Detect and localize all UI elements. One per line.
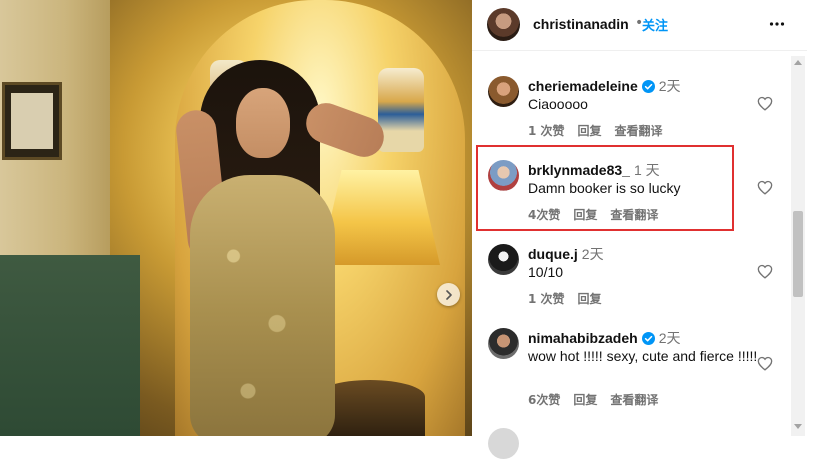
reply-button[interactable]: 回复 (573, 393, 597, 407)
photo-jar-right (378, 68, 424, 152)
likes-count[interactable]: 1 次赞 (528, 292, 565, 306)
photo-wainscot (0, 255, 140, 436)
comment-time[interactable]: 2天 (659, 78, 681, 94)
comment-username[interactable]: brklynmade83_ (528, 162, 630, 178)
follow-button[interactable]: 关注 (642, 15, 668, 34)
reply-button[interactable]: 回复 (578, 124, 602, 138)
post-author-username[interactable]: christinanadin (533, 16, 629, 32)
comment-actions: 4次赞 回复 查看翻译 (528, 206, 671, 223)
more-horizontal-icon[interactable] (769, 16, 785, 36)
comment-header: duque.j 2天 (528, 244, 604, 264)
post-header: christinanadin • 关注 (472, 0, 807, 51)
avatar[interactable] (488, 160, 519, 191)
avatar[interactable] (488, 328, 519, 359)
avatar[interactable] (488, 76, 519, 107)
scroll-down-arrow-icon[interactable] (794, 424, 802, 430)
scrollbar[interactable] (791, 56, 805, 436)
see-translation-button[interactable]: 查看翻译 (610, 393, 658, 407)
reply-button[interactable]: 回复 (578, 292, 602, 306)
avatar[interactable] (488, 244, 519, 275)
chevron-right-icon (445, 289, 452, 300)
comment-text: 10/10 (528, 264, 564, 280)
comment-header: brklynmade83_ 1 天 (528, 160, 660, 180)
heart-icon[interactable] (757, 264, 773, 283)
next-photo-button[interactable] (437, 283, 460, 306)
comment-time[interactable]: 1 天 (634, 162, 660, 178)
comment-text: Ciaooooo (528, 96, 588, 112)
comment-username[interactable]: duque.j (528, 246, 578, 262)
photo-wall-frame (2, 82, 62, 160)
scrollbar-thumb[interactable] (793, 211, 803, 297)
likes-count[interactable]: 1 次赞 (528, 124, 565, 138)
comment-text: Damn booker is so lucky (528, 180, 681, 196)
comments-panel: christinanadin • 关注 cheriemadeleine 2天 Ci… (472, 0, 819, 459)
post-photo[interactable] (0, 0, 472, 436)
photo-face (236, 88, 290, 158)
reply-button[interactable]: 回复 (573, 208, 597, 222)
see-translation-button[interactable]: 查看翻译 (610, 208, 658, 222)
avatar[interactable] (488, 428, 519, 459)
comment-header: cheriemadeleine 2天 (528, 76, 681, 97)
comment-username[interactable]: cheriemadeleine (528, 78, 638, 94)
comment-time[interactable]: 2天 (659, 330, 681, 346)
comment-text: wow hot !!!!! sexy, cute and fierce !!!!… (528, 348, 758, 364)
comment-actions: 6次赞 回复 查看翻译 (528, 391, 671, 408)
comment-header: nimahabibzadeh 2天 (528, 328, 680, 349)
avatar[interactable] (487, 8, 520, 41)
scroll-up-arrow-icon[interactable] (794, 59, 802, 65)
comment-actions: 1 次赞 回复 (528, 290, 615, 307)
comment-actions: 1 次赞 回复 查看翻译 (528, 122, 676, 139)
likes-count[interactable]: 6次赞 (528, 393, 560, 407)
photo-dress (190, 175, 335, 436)
comment-username[interactable]: nimahabibzadeh (528, 330, 638, 346)
heart-icon[interactable] (757, 96, 773, 115)
comment-time[interactable]: 2天 (582, 246, 604, 262)
see-translation-button[interactable]: 查看翻译 (615, 124, 663, 138)
heart-icon[interactable] (757, 180, 773, 199)
likes-count[interactable]: 4次赞 (528, 208, 560, 222)
heart-icon[interactable] (757, 356, 773, 375)
